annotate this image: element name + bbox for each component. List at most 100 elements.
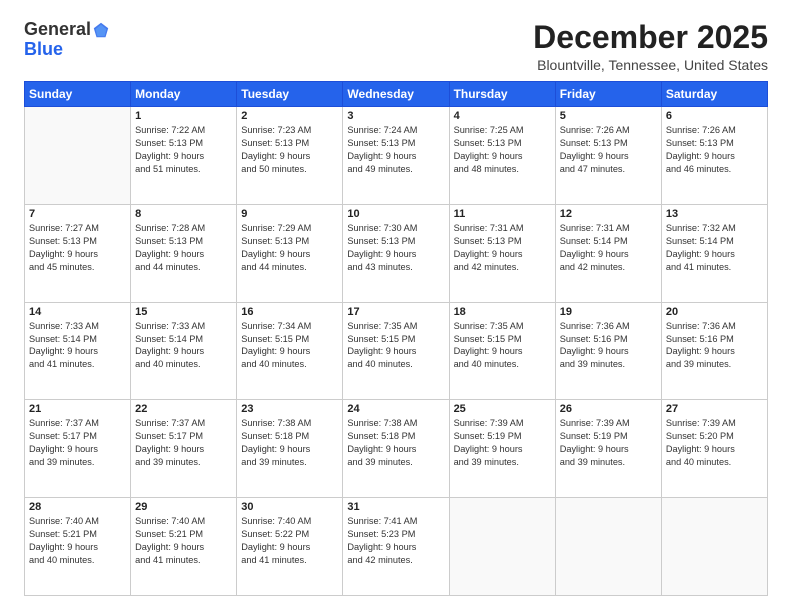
day-number: 16 [241,306,338,318]
table-row [25,107,131,205]
day-number: 8 [135,208,232,220]
day-info: Sunrise: 7:37 AM Sunset: 5:17 PM Dayligh… [135,417,232,469]
table-row: 4 Sunrise: 7:25 AM Sunset: 5:13 PM Daylig… [449,107,555,205]
month-title: December 2025 [533,20,768,55]
logo-blue: Blue [24,39,63,59]
table-row: 20 Sunrise: 7:36 AM Sunset: 5:16 PM Dayli… [661,302,767,400]
day-info: Sunrise: 7:29 AM Sunset: 5:13 PM Dayligh… [241,222,338,274]
page: General Blue December 2025 Blountville, … [0,0,792,612]
calendar-table: Sunday Monday Tuesday Wednesday Thursday… [24,81,768,596]
table-row: 28Sunrise: 7:40 AM Sunset: 5:21 PM Dayli… [25,498,131,596]
table-row: 15 Sunrise: 7:33 AM Sunset: 5:14 PM Dayli… [131,302,237,400]
table-row: 26 Sunrise: 7:39 AM Sunset: 5:19 PM Dayli… [555,400,661,498]
day-info: Sunrise: 7:26 AM Sunset: 5:13 PM Dayligh… [666,124,763,176]
table-row: 27 Sunrise: 7:39 AM Sunset: 5:20 PM Dayli… [661,400,767,498]
day-info: Sunrise: 7:26 AM Sunset: 5:13 PM Dayligh… [560,124,657,176]
day-number: 5 [560,110,657,122]
day-info: Sunrise: 7:40 AM Sunset: 5:21 PM Dayligh… [29,515,126,567]
table-row: 12Sunrise: 7:31 AM Sunset: 5:14 PM Dayli… [555,204,661,302]
day-number: 14 [29,306,126,318]
day-info: Sunrise: 7:41 AM Sunset: 5:23 PM Dayligh… [347,515,444,567]
table-row: 9 Sunrise: 7:29 AM Sunset: 5:13 PM Daylig… [237,204,343,302]
calendar-week-row: 21 Sunrise: 7:37 AM Sunset: 5:17 PM Dayli… [25,400,768,498]
day-number: 6 [666,110,763,122]
day-info: Sunrise: 7:28 AM Sunset: 5:13 PM Dayligh… [135,222,232,274]
day-number: 7 [29,208,126,220]
day-info: Sunrise: 7:40 AM Sunset: 5:21 PM Dayligh… [135,515,232,567]
table-row: 31 Sunrise: 7:41 AM Sunset: 5:23 PM Dayli… [343,498,449,596]
day-number: 23 [241,403,338,415]
table-row: 24Sunrise: 7:38 AM Sunset: 5:18 PM Dayli… [343,400,449,498]
table-row: 2 Sunrise: 7:23 AM Sunset: 5:13 PM Daylig… [237,107,343,205]
day-info: Sunrise: 7:34 AM Sunset: 5:15 PM Dayligh… [241,320,338,372]
title-block: December 2025 Blountville, Tennessee, Un… [533,20,768,73]
day-number: 21 [29,403,126,415]
table-row: 16 Sunrise: 7:34 AM Sunset: 5:15 PM Dayli… [237,302,343,400]
day-number: 22 [135,403,232,415]
day-number: 9 [241,208,338,220]
day-info: Sunrise: 7:35 AM Sunset: 5:15 PM Dayligh… [347,320,444,372]
table-row: 19 Sunrise: 7:36 AM Sunset: 5:16 PM Dayli… [555,302,661,400]
col-tuesday: Tuesday [237,82,343,107]
day-info: Sunrise: 7:22 AM Sunset: 5:13 PM Dayligh… [135,124,232,176]
table-row: 23Sunrise: 7:38 AM Sunset: 5:18 PM Dayli… [237,400,343,498]
table-row [555,498,661,596]
day-number: 26 [560,403,657,415]
day-number: 18 [454,306,551,318]
col-monday: Monday [131,82,237,107]
day-number: 25 [454,403,551,415]
day-info: Sunrise: 7:32 AM Sunset: 5:14 PM Dayligh… [666,222,763,274]
day-number: 27 [666,403,763,415]
day-info: Sunrise: 7:39 AM Sunset: 5:19 PM Dayligh… [560,417,657,469]
day-info: Sunrise: 7:33 AM Sunset: 5:14 PM Dayligh… [135,320,232,372]
day-info: Sunrise: 7:39 AM Sunset: 5:20 PM Dayligh… [666,417,763,469]
day-number: 31 [347,501,444,513]
day-number: 13 [666,208,763,220]
day-info: Sunrise: 7:35 AM Sunset: 5:15 PM Dayligh… [454,320,551,372]
calendar-week-row: 7Sunrise: 7:27 AM Sunset: 5:13 PM Daylig… [25,204,768,302]
day-info: Sunrise: 7:25 AM Sunset: 5:13 PM Dayligh… [454,124,551,176]
table-row: 13 Sunrise: 7:32 AM Sunset: 5:14 PM Dayli… [661,204,767,302]
day-number: 29 [135,501,232,513]
day-number: 15 [135,306,232,318]
day-number: 10 [347,208,444,220]
table-row: 7Sunrise: 7:27 AM Sunset: 5:13 PM Daylig… [25,204,131,302]
day-info: Sunrise: 7:33 AM Sunset: 5:14 PM Dayligh… [29,320,126,372]
col-sunday: Sunday [25,82,131,107]
table-row: 25 Sunrise: 7:39 AM Sunset: 5:19 PM Dayli… [449,400,555,498]
day-info: Sunrise: 7:36 AM Sunset: 5:16 PM Dayligh… [560,320,657,372]
table-row: 10Sunrise: 7:30 AM Sunset: 5:13 PM Dayli… [343,204,449,302]
header: General Blue December 2025 Blountville, … [24,20,768,73]
day-number: 19 [560,306,657,318]
day-number: 11 [454,208,551,220]
day-info: Sunrise: 7:31 AM Sunset: 5:13 PM Dayligh… [454,222,551,274]
table-row: 3 Sunrise: 7:24 AM Sunset: 5:13 PM Daylig… [343,107,449,205]
day-info: Sunrise: 7:23 AM Sunset: 5:13 PM Dayligh… [241,124,338,176]
day-info: Sunrise: 7:24 AM Sunset: 5:13 PM Dayligh… [347,124,444,176]
logo: General Blue [24,20,110,60]
day-info: Sunrise: 7:39 AM Sunset: 5:19 PM Dayligh… [454,417,551,469]
calendar-week-row: 14 Sunrise: 7:33 AM Sunset: 5:14 PM Dayli… [25,302,768,400]
day-number: 4 [454,110,551,122]
subtitle: Blountville, Tennessee, United States [533,57,768,73]
day-number: 2 [241,110,338,122]
day-number: 3 [347,110,444,122]
table-row: 8 Sunrise: 7:28 AM Sunset: 5:13 PM Daylig… [131,204,237,302]
table-row: 17 Sunrise: 7:35 AM Sunset: 5:15 PM Dayli… [343,302,449,400]
calendar-week-row: 28Sunrise: 7:40 AM Sunset: 5:21 PM Dayli… [25,498,768,596]
day-number: 20 [666,306,763,318]
col-thursday: Thursday [449,82,555,107]
day-number: 17 [347,306,444,318]
calendar-week-row: 1Sunrise: 7:22 AM Sunset: 5:13 PM Daylig… [25,107,768,205]
table-row [661,498,767,596]
table-row: 6 Sunrise: 7:26 AM Sunset: 5:13 PM Daylig… [661,107,767,205]
logo-icon [92,21,110,39]
table-row: 5 Sunrise: 7:26 AM Sunset: 5:13 PM Daylig… [555,107,661,205]
calendar-header-row: Sunday Monday Tuesday Wednesday Thursday… [25,82,768,107]
table-row: 14 Sunrise: 7:33 AM Sunset: 5:14 PM Dayli… [25,302,131,400]
table-row: 1Sunrise: 7:22 AM Sunset: 5:13 PM Daylig… [131,107,237,205]
day-number: 12 [560,208,657,220]
day-info: Sunrise: 7:36 AM Sunset: 5:16 PM Dayligh… [666,320,763,372]
day-info: Sunrise: 7:37 AM Sunset: 5:17 PM Dayligh… [29,417,126,469]
table-row: 11 Sunrise: 7:31 AM Sunset: 5:13 PM Dayli… [449,204,555,302]
